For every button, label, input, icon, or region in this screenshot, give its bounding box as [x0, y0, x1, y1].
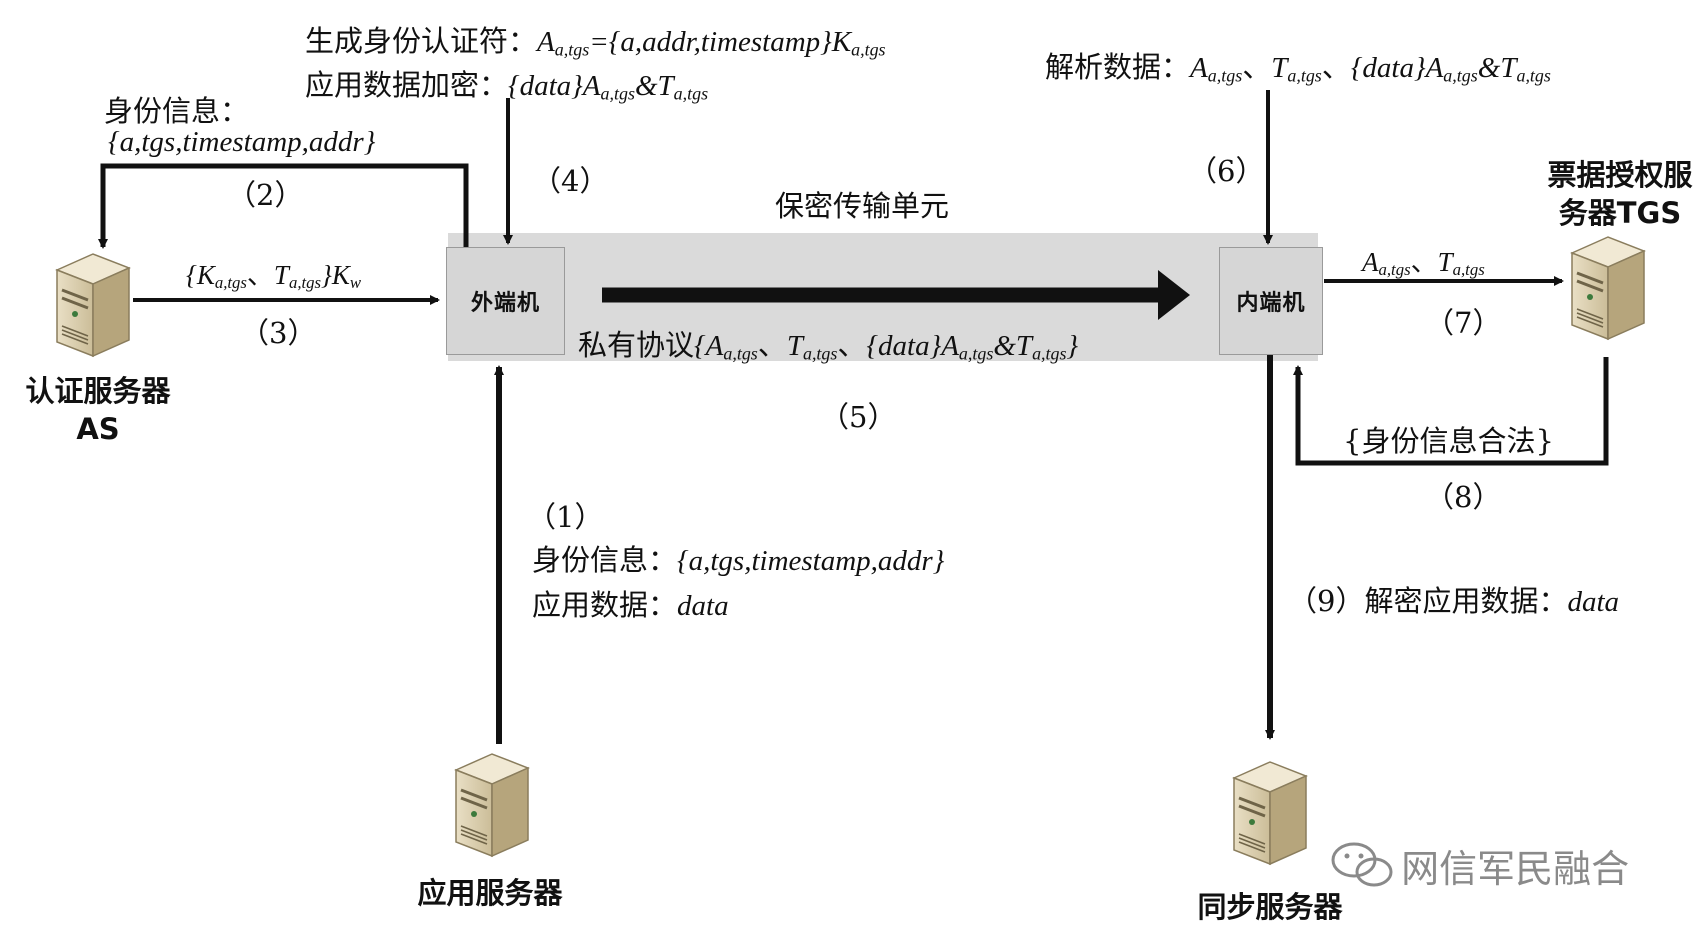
decrypt-line: （9）解密应用数据：data [1288, 584, 1620, 618]
as-label-line2: AS [76, 412, 120, 446]
app-data-line: 应用数据：data [532, 588, 729, 622]
watermark: 网信军民融合 [1330, 838, 1629, 893]
private-protocol-line: 私有协议{Aa,tgs、Ta,tgs、{data}Aa,tgs&Ta,tgs} [578, 328, 1079, 364]
app-encrypt-line: 应用数据加密：{data}Aa,tgs&Ta,tgs [305, 68, 709, 104]
tgs-label-line2: 务器TGS [1558, 196, 1682, 230]
step-7-label: （7） [1425, 306, 1502, 340]
sync-server-icon [1232, 760, 1308, 866]
step-4-label: （4） [532, 164, 609, 198]
identity-valid-label: {身份信息合法} [1343, 424, 1554, 458]
tgs-server-icon [1570, 235, 1646, 341]
parse-data-line: 解析数据：Aa,tgs、Ta,tgs、{data}Aa,tgs&Ta,tgs [1045, 50, 1551, 86]
step-2-label: （2） [227, 178, 304, 212]
outer-machine-label: 外端机 [470, 291, 540, 316]
identity-info-line-1: 身份信息：{a,tgs,timestamp,addr} [532, 543, 945, 577]
step-1-label: （1） [527, 500, 604, 534]
identity-tuple-2: {a,tgs,timestamp,addr} [108, 126, 376, 158]
watermark-text: 网信军民融合 [1401, 847, 1630, 891]
tgs-server-label: 票据授权服 务器TGS [1535, 156, 1705, 232]
outer-machine-box: 外端机 [446, 247, 565, 355]
step-8-label: （8） [1425, 480, 1502, 514]
app-server-icon [454, 752, 530, 858]
inner-machine-label: 内端机 [1236, 291, 1306, 316]
step-6-label: （6） [1188, 154, 1265, 188]
app-server-label: 应用服务器 [417, 876, 563, 910]
gen-auth-line: 生成身份认证符：Aa,tgs={a,addr,timestamp}Ka,tgs [305, 24, 886, 60]
secure-unit-title: 保密传输单元 [775, 189, 950, 223]
as-label-line1: 认证服务器 [25, 374, 171, 408]
step-3-formula: {Ka,tgs、Ta,tgs}Kw [186, 260, 362, 293]
step-7-formula: Aa,tgs、Ta,tgs [1362, 247, 1485, 280]
step-5-label: （5） [820, 400, 897, 434]
inner-machine-box: 内端机 [1219, 247, 1323, 355]
as-server-label: 认证服务器 AS [10, 372, 186, 448]
as-server-icon [55, 252, 131, 358]
step-3-label: （3） [240, 316, 317, 350]
sync-server-label: 同步服务器 [1197, 890, 1343, 924]
wechat-icon [1331, 842, 1393, 886]
identity-info-label-2: 身份信息： [104, 94, 250, 128]
tgs-label-line1: 票据授权服 [1547, 158, 1693, 192]
